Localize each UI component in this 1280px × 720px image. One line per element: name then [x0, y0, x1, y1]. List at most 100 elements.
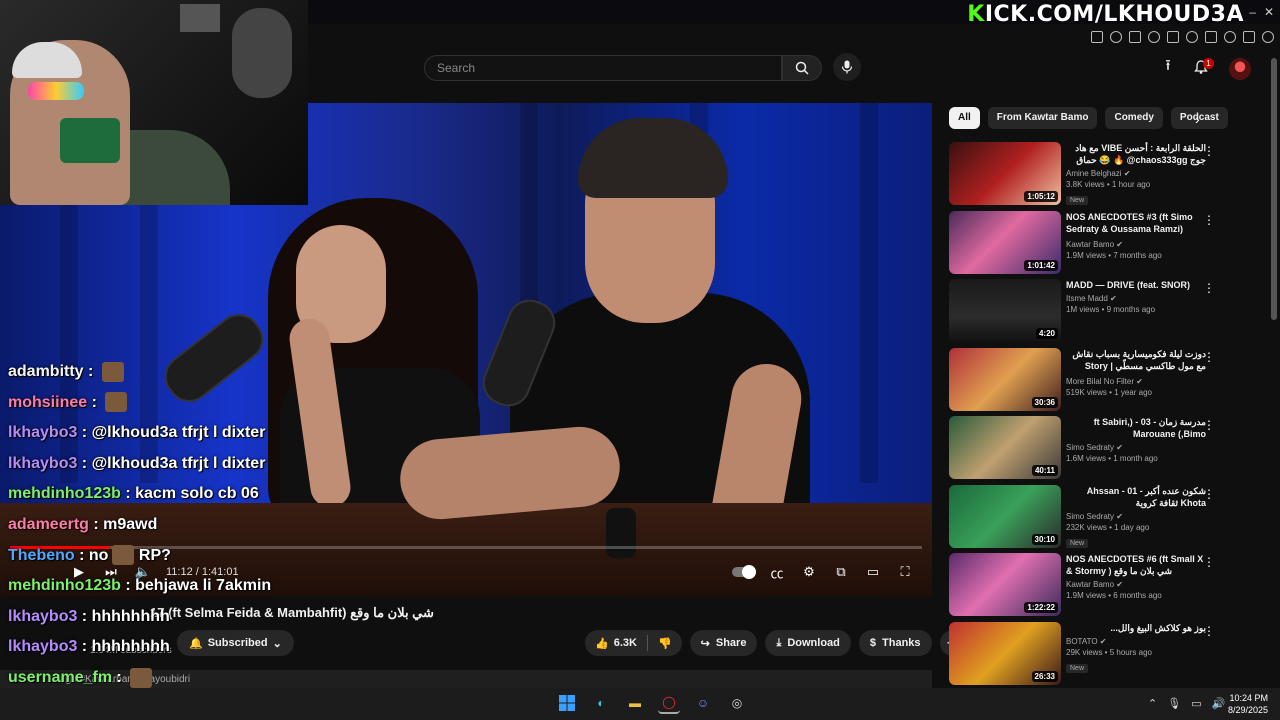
obs-icon[interactable]: ◎ [726, 692, 748, 714]
theater-mode-icon[interactable]: ▭ [864, 563, 882, 581]
file-explorer-icon[interactable]: ▬ [624, 692, 646, 714]
video-thumbnail[interactable]: 1:22:22 [949, 553, 1061, 616]
video-meta: 3.8K views • 1 hour ago [1066, 180, 1151, 189]
speaker-icon[interactable]: 🔊 [1212, 697, 1226, 710]
more-vert-icon[interactable]: ⋮ [1203, 213, 1215, 227]
channel-name[interactable]: Itsme Madd ✔ [1066, 294, 1206, 303]
pin-icon[interactable] [1091, 31, 1103, 43]
chat-username[interactable]: adameertg [8, 516, 89, 533]
windows-start-icon[interactable] [556, 692, 578, 714]
thanks-icon: $ [869, 637, 877, 649]
more-vert-icon[interactable]: ⋮ [1203, 281, 1215, 295]
recommended-video[interactable]: 1:01:42 NOS ANECDOTES #3 (ft Simo Sedraty… [949, 210, 1221, 280]
recommended-video[interactable]: 4:20 MADD — DRIVE (feat. SNOR) Itsme Madd … [949, 279, 1221, 348]
share-button[interactable]: ↪ Share [689, 630, 758, 656]
autoplay-toggle[interactable] [732, 565, 756, 579]
settings-gear-icon[interactable]: ⚙ [800, 563, 818, 581]
more-vert-icon[interactable]: ⋮ [1203, 350, 1215, 364]
chat-username[interactable]: mehdinho123b [8, 577, 121, 594]
more-vert-icon[interactable]: ⋮ [1203, 487, 1215, 501]
channel-name[interactable]: Simo Sedraty ✔ [1066, 512, 1206, 521]
more-vert-icon[interactable]: ⋮ [1203, 555, 1215, 569]
miniplayer-icon[interactable]: ⧉ [832, 563, 850, 581]
recommended-video[interactable]: 30:36 دوزت ليلة فكوميسارية بسباب نقاش مع … [949, 347, 1221, 417]
chevron-up-icon[interactable]: ⌃ [1148, 697, 1157, 710]
chat-message: mehdinho123b : kacm solo cb 06 [8, 479, 428, 510]
channel-name[interactable]: Amine Belghazi ✔ [1066, 169, 1206, 178]
chat-username[interactable]: Thebeno [8, 547, 75, 564]
channel-name[interactable]: Kawtar Bamo ✔ [1066, 240, 1206, 249]
fullscreen-icon[interactable]: ⛶ [896, 563, 914, 581]
close-icon[interactable]: ✕ [1264, 5, 1274, 19]
chat-username[interactable]: lkhaybo3 [8, 608, 77, 625]
extensions-icon[interactable] [1205, 31, 1217, 43]
discord-icon[interactable]: ☺ [692, 692, 714, 714]
monitor-icon[interactable]: ▭ [1191, 697, 1201, 710]
profile-icon[interactable] [1224, 31, 1236, 43]
download-button[interactable]: ⤓ Download [765, 630, 851, 656]
channel-name[interactable]: Simo Sedraty ✔ [1066, 443, 1206, 452]
video-title[interactable]: MADD — DRIVE (feat. SNOR) [1066, 279, 1206, 291]
menu-icon[interactable] [1262, 31, 1274, 43]
video-title[interactable]: مدرسة زمان - 03 - (ft Sabiri, Bimo,) Mar… [1066, 416, 1206, 440]
like-button[interactable]: 👍 6.3K [585, 630, 647, 656]
recommended-video[interactable]: 1:22:22 NOS ANECDOTES #6 (ft Small X & St… [949, 553, 1221, 622]
channel-name[interactable]: BOTATO ✔ [1066, 637, 1206, 646]
filter-chip[interactable]: All [949, 107, 980, 129]
filter-chip[interactable]: From Kawtar Bamo [987, 107, 1098, 129]
voice-search-button[interactable] [833, 53, 861, 81]
video-title[interactable]: بوز هو كلاكش البيغ والل... [1066, 622, 1206, 634]
upload-icon[interactable]: ⭱ [1158, 57, 1178, 77]
clock-time: 10:24 PM [1229, 693, 1269, 703]
microphone-icon[interactable]: 🎙 [1167, 697, 1181, 710]
chat-username[interactable]: lkhaybo3 [8, 424, 77, 441]
minimize-icon[interactable]: – [1249, 5, 1256, 19]
video-title[interactable]: NOS ANECDOTES #3 (ft Simo Sedraty & Ouss… [1066, 211, 1206, 237]
opera-gx-icon[interactable]: ◯ [658, 692, 680, 714]
download-icon[interactable] [1243, 31, 1255, 43]
recommended-video[interactable]: 1:05:12 الحلقة الرابعة : أحسن VIBE مع هاد… [949, 142, 1221, 211]
taskbar-clock[interactable]: 10:24 PM 8/29/2025 [1228, 692, 1268, 716]
download-icon: ⤓ [776, 636, 782, 649]
video-title[interactable]: شكون عنده أكبر - 01 - Ahssan Khota ثقافة… [1066, 485, 1206, 509]
recommended-video[interactable]: 30:10 شكون عنده أكبر - 01 - Ahssan Khota … [949, 484, 1221, 554]
chevron-right-icon[interactable]: › [1195, 111, 1200, 127]
shield-icon[interactable] [1129, 31, 1141, 43]
recommended-video[interactable]: 40:11 مدرسة زمان - 03 - (ft Sabiri, Bimo,… [949, 416, 1221, 485]
channel-name[interactable]: Kawtar Bamo ✔ [1066, 580, 1206, 589]
more-vert-icon[interactable]: ⋮ [1203, 418, 1215, 432]
video-title[interactable]: NOS ANECDOTES #6 (ft Small X & Stormy ) … [1066, 553, 1206, 577]
video-thumbnail[interactable]: 30:10 [949, 484, 1061, 548]
captions-icon[interactable]: ㏄ [768, 563, 786, 581]
more-vert-icon[interactable]: ⋮ [1203, 144, 1215, 158]
play-icon[interactable] [1167, 31, 1179, 43]
edge-browser-icon[interactable]: ◐ [590, 692, 612, 714]
video-title[interactable]: الحلقة الرابعة : أحسن VIBE مع هاد جوج ch… [1066, 142, 1206, 166]
chat-username[interactable]: adambitty [8, 363, 84, 380]
chat-username[interactable]: username_fm [8, 669, 112, 686]
video-thumbnail[interactable]: 1:01:42 [949, 210, 1061, 274]
channel-name[interactable]: More Bilal No Filter ✔ [1066, 377, 1206, 386]
chat-username[interactable]: lkhaybo3 [8, 638, 77, 655]
chat-username[interactable]: lkhaybo3 [8, 455, 77, 472]
video-thumbnail[interactable]: 40:11 [949, 416, 1061, 479]
thanks-button[interactable]: $ Thanks [858, 630, 932, 656]
recommended-video[interactable]: 26:33 بوز هو كلاكش البيغ والل... BOTATO ✔ 2… [949, 621, 1221, 691]
filter-chip[interactable]: Comedy [1105, 107, 1163, 129]
page-scrollbar[interactable] [1271, 58, 1277, 320]
chat-username[interactable]: mohsiinee [8, 394, 87, 411]
video-title[interactable]: دوزت ليلة فكوميسارية بسباب نقاش مع مول ط… [1066, 348, 1206, 374]
heart-icon[interactable] [1186, 31, 1198, 43]
more-vert-icon[interactable]: ⋮ [1203, 624, 1215, 638]
dislike-button[interactable]: 👎 [648, 630, 682, 656]
screenshot-icon[interactable] [1110, 31, 1122, 43]
video-thumbnail[interactable]: 1:05:12 [949, 142, 1061, 205]
video-thumbnail[interactable]: 26:33 [949, 621, 1061, 685]
chat-username[interactable]: mehdinho123b [8, 485, 121, 502]
search-input[interactable]: Search [424, 55, 782, 81]
video-thumbnail[interactable]: 4:20 [949, 279, 1061, 342]
bookmark-icon[interactable] [1148, 31, 1160, 43]
video-thumbnail[interactable]: 30:36 [949, 347, 1061, 411]
search-button[interactable] [782, 55, 822, 81]
account-avatar[interactable] [1229, 58, 1251, 80]
